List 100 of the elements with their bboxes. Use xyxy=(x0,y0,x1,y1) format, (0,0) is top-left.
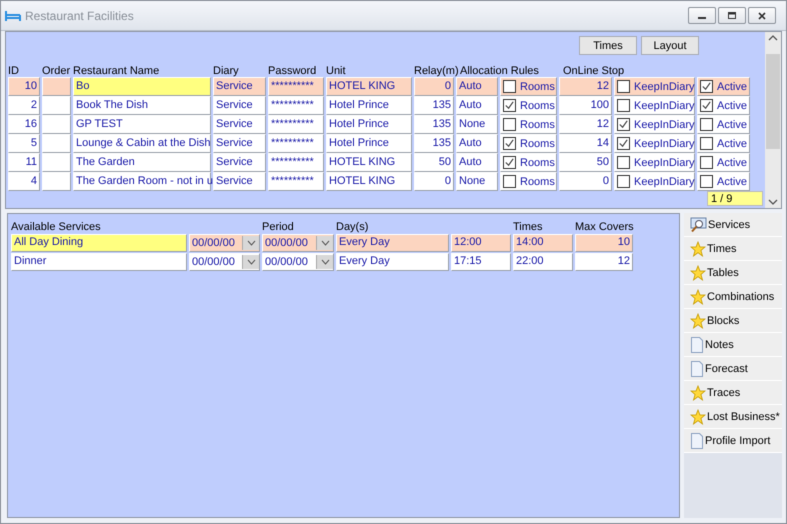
table-cell: Book The Dish xyxy=(73,96,211,115)
checkbox[interactable] xyxy=(700,99,713,112)
checkbox[interactable] xyxy=(700,156,713,169)
checkbox[interactable] xyxy=(617,118,630,131)
toolbar-button[interactable]: Layout xyxy=(641,36,699,55)
table-cell: 12 xyxy=(559,77,612,96)
checkbox[interactable] xyxy=(700,80,713,93)
restore-button[interactable] xyxy=(718,7,746,24)
document-icon xyxy=(690,336,704,352)
checkbox[interactable] xyxy=(700,175,713,188)
checkbox[interactable] xyxy=(503,156,516,169)
table-cell: None xyxy=(456,115,498,134)
date-field[interactable]: 00/00/00 xyxy=(189,253,260,271)
column-header: Order xyxy=(42,65,72,77)
table-cell: ********** xyxy=(268,172,324,191)
table-cell: 100 xyxy=(559,96,612,115)
checkbox-label: KeepInDiary xyxy=(634,80,695,94)
sidebar-item[interactable]: Blocks xyxy=(684,309,782,333)
checkbox[interactable] xyxy=(700,137,713,150)
sidebar-item[interactable]: Lost Business* xyxy=(684,405,782,429)
checkbox[interactable] xyxy=(503,137,516,150)
table-cell xyxy=(42,172,71,191)
sidebar-item[interactable]: Notes xyxy=(684,333,782,357)
checkbox-label: Active xyxy=(717,156,747,170)
checkbox[interactable] xyxy=(617,80,630,93)
table-cell: Auto xyxy=(456,134,498,153)
table-cell: The Garden xyxy=(73,153,211,172)
date-field[interactable]: 00/00/00 xyxy=(262,234,334,252)
table-cell: ********** xyxy=(268,153,324,172)
table-cell: 12 xyxy=(559,115,612,134)
checkbox-label: Rooms xyxy=(520,136,555,152)
table-cell: The Garden Room - not in u xyxy=(73,172,211,191)
scroll-up-icon[interactable] xyxy=(768,34,778,42)
search-icon xyxy=(690,216,707,232)
table-cell: Hotel Prince xyxy=(326,115,412,134)
table-cell: Service xyxy=(213,134,266,153)
sidebar-item[interactable]: Times xyxy=(684,237,782,261)
checkbox[interactable] xyxy=(617,99,630,112)
table-cell: 0 xyxy=(414,172,454,191)
checkbox-label: Active xyxy=(717,98,747,114)
checkbox-label: Rooms xyxy=(520,98,555,114)
table-cell: 5 xyxy=(8,134,40,153)
checkbox[interactable] xyxy=(503,175,516,188)
column-header: ID xyxy=(8,65,20,77)
caret-icon xyxy=(246,240,256,246)
table-cell: Bo xyxy=(73,77,211,96)
star-icon xyxy=(690,264,706,280)
sidebar-item[interactable]: Forecast xyxy=(684,357,782,381)
table-cell: 14:00 xyxy=(513,234,573,252)
checkbox-label: KeepInDiary xyxy=(634,118,695,132)
document-icon xyxy=(690,432,704,448)
table-cell: Every Day xyxy=(336,234,449,252)
caret-icon xyxy=(246,259,256,265)
table-cell: Service xyxy=(213,153,266,172)
table-cell: 135 xyxy=(414,96,454,115)
checkbox-label: KeepInDiary xyxy=(634,98,695,114)
table-cell: 12:00 xyxy=(451,234,511,252)
checkbox[interactable] xyxy=(503,99,516,112)
star-icon xyxy=(690,288,706,304)
date-field[interactable]: 00/00/00 xyxy=(262,253,334,271)
table-cell: 50 xyxy=(414,153,454,172)
sidebar-item[interactable]: Traces xyxy=(684,381,782,405)
checkbox-label: KeepInDiary xyxy=(634,174,695,190)
column-header: Available Services xyxy=(11,221,102,233)
table-cell: 10 xyxy=(8,77,40,96)
checkbox-label: Active xyxy=(717,118,747,132)
toolbar-button[interactable]: Times xyxy=(579,36,637,55)
sidebar-item[interactable]: Combinations xyxy=(684,285,782,309)
table-cell: All Day Dining xyxy=(11,234,187,252)
sidebar-item[interactable]: Services xyxy=(684,213,782,237)
column-header: Allocation Rules xyxy=(459,65,540,77)
table-cell: 4 xyxy=(8,172,40,191)
sidebar-item[interactable]: Profile Import xyxy=(684,429,782,453)
checkbox[interactable] xyxy=(700,118,713,131)
table-cell: 16 xyxy=(8,115,40,134)
table-cell xyxy=(42,77,71,96)
date-field[interactable]: 00/00/00 xyxy=(189,234,260,252)
column-header: Password xyxy=(268,65,318,77)
sidebar-item[interactable]: Tables xyxy=(684,261,782,285)
table-cell: HOTEL KING xyxy=(326,172,412,191)
checkbox-label: KeepInDiary xyxy=(634,156,695,170)
table-cell xyxy=(42,134,71,153)
table-cell: Dinner xyxy=(11,253,187,271)
table-cell: 22:00 xyxy=(513,253,573,271)
checkbox-label: Rooms xyxy=(520,80,555,94)
table-cell: Service xyxy=(213,172,266,191)
checkbox[interactable] xyxy=(617,156,630,169)
table-cell: 135 xyxy=(414,134,454,153)
caret-icon xyxy=(320,259,330,265)
checkbox[interactable] xyxy=(503,80,516,93)
caret-icon xyxy=(320,240,330,246)
minimize-button[interactable] xyxy=(688,7,716,24)
checkbox[interactable] xyxy=(617,137,630,150)
close-button[interactable] xyxy=(748,7,776,24)
scroll-down-icon[interactable] xyxy=(768,198,778,206)
scrollbar[interactable] xyxy=(765,32,781,208)
column-header: Max Covers xyxy=(575,221,635,233)
table-cell xyxy=(42,115,71,134)
checkbox[interactable] xyxy=(617,175,630,188)
checkbox[interactable] xyxy=(503,118,516,131)
